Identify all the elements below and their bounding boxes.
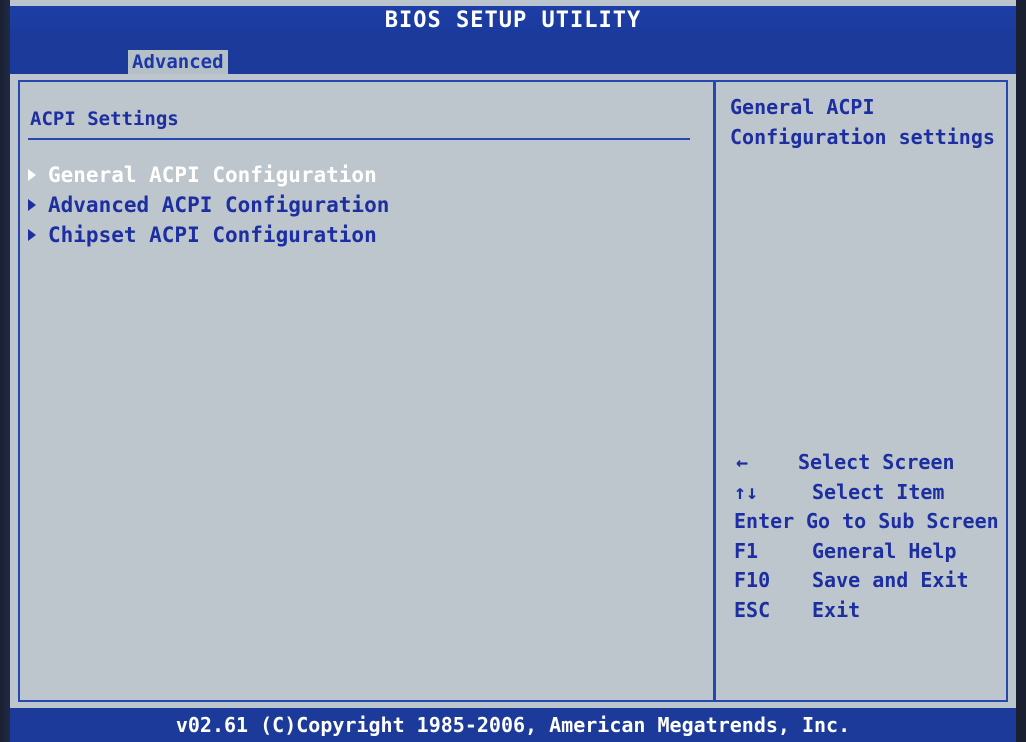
submenu-list: General ACPI Configuration Advanced ACPI…: [28, 160, 389, 250]
main-area: ACPI Settings General ACPI Configuration…: [10, 74, 1016, 708]
enter-key: Enter: [734, 509, 795, 533]
help-panel: General ACPI Configuration settings ← Se…: [716, 82, 1006, 700]
key-description: Go to Sub Screen: [806, 509, 999, 533]
left-arrow-key: ←: [736, 450, 749, 474]
submenu-arrow-icon: [28, 199, 36, 211]
page-title: ACPI Settings: [30, 108, 179, 130]
submenu-arrow-icon: [28, 229, 36, 241]
settings-panel: ACPI Settings General ACPI Configuration…: [20, 82, 716, 700]
help-description: General ACPI Configuration settings: [730, 92, 1010, 152]
up-down-arrow-key: ↑↓: [734, 479, 759, 504]
title-bar: BIOS SETUP UTILITY: [10, 6, 1016, 36]
f1-key: F1: [734, 538, 759, 563]
help-line: General ACPI: [730, 95, 875, 119]
key-description: Exit: [812, 597, 861, 622]
copyright-footer: v02.61 (C)Copyright 1985-2006, American …: [10, 708, 1016, 742]
title-divider: [28, 138, 690, 140]
submenu-item-label: Advanced ACPI Configuration: [48, 193, 390, 217]
key-description: Save and Exit: [812, 568, 969, 592]
submenu-arrow-icon: [28, 169, 36, 181]
key-description: Select Screen: [798, 450, 955, 474]
window-title: BIOS SETUP UTILITY: [384, 8, 642, 33]
bios-screen: BIOS SETUP UTILITY Advanced ACPI Setting…: [0, 0, 1026, 742]
esc-key: ESC: [734, 597, 771, 622]
f10-key: F10: [734, 568, 771, 592]
main-frame: ACPI Settings General ACPI Configuration…: [18, 80, 1008, 702]
submenu-item-label: Chipset ACPI Configuration: [48, 223, 377, 247]
help-line: Configuration settings: [730, 125, 995, 149]
submenu-item-label: General ACPI Configuration: [48, 163, 377, 187]
menu-bar: Advanced: [10, 36, 1016, 74]
submenu-item-chipset-acpi[interactable]: Chipset ACPI Configuration: [28, 220, 389, 250]
submenu-item-advanced-acpi[interactable]: Advanced ACPI Configuration: [28, 190, 389, 220]
tab-advanced[interactable]: Advanced: [128, 50, 228, 74]
submenu-item-general-acpi[interactable]: General ACPI Configuration: [28, 160, 389, 190]
copyright-text: v02.61 (C)Copyright 1985-2006, American …: [175, 713, 851, 737]
key-description: Select Item: [812, 479, 945, 504]
key-description: General Help: [812, 538, 957, 563]
